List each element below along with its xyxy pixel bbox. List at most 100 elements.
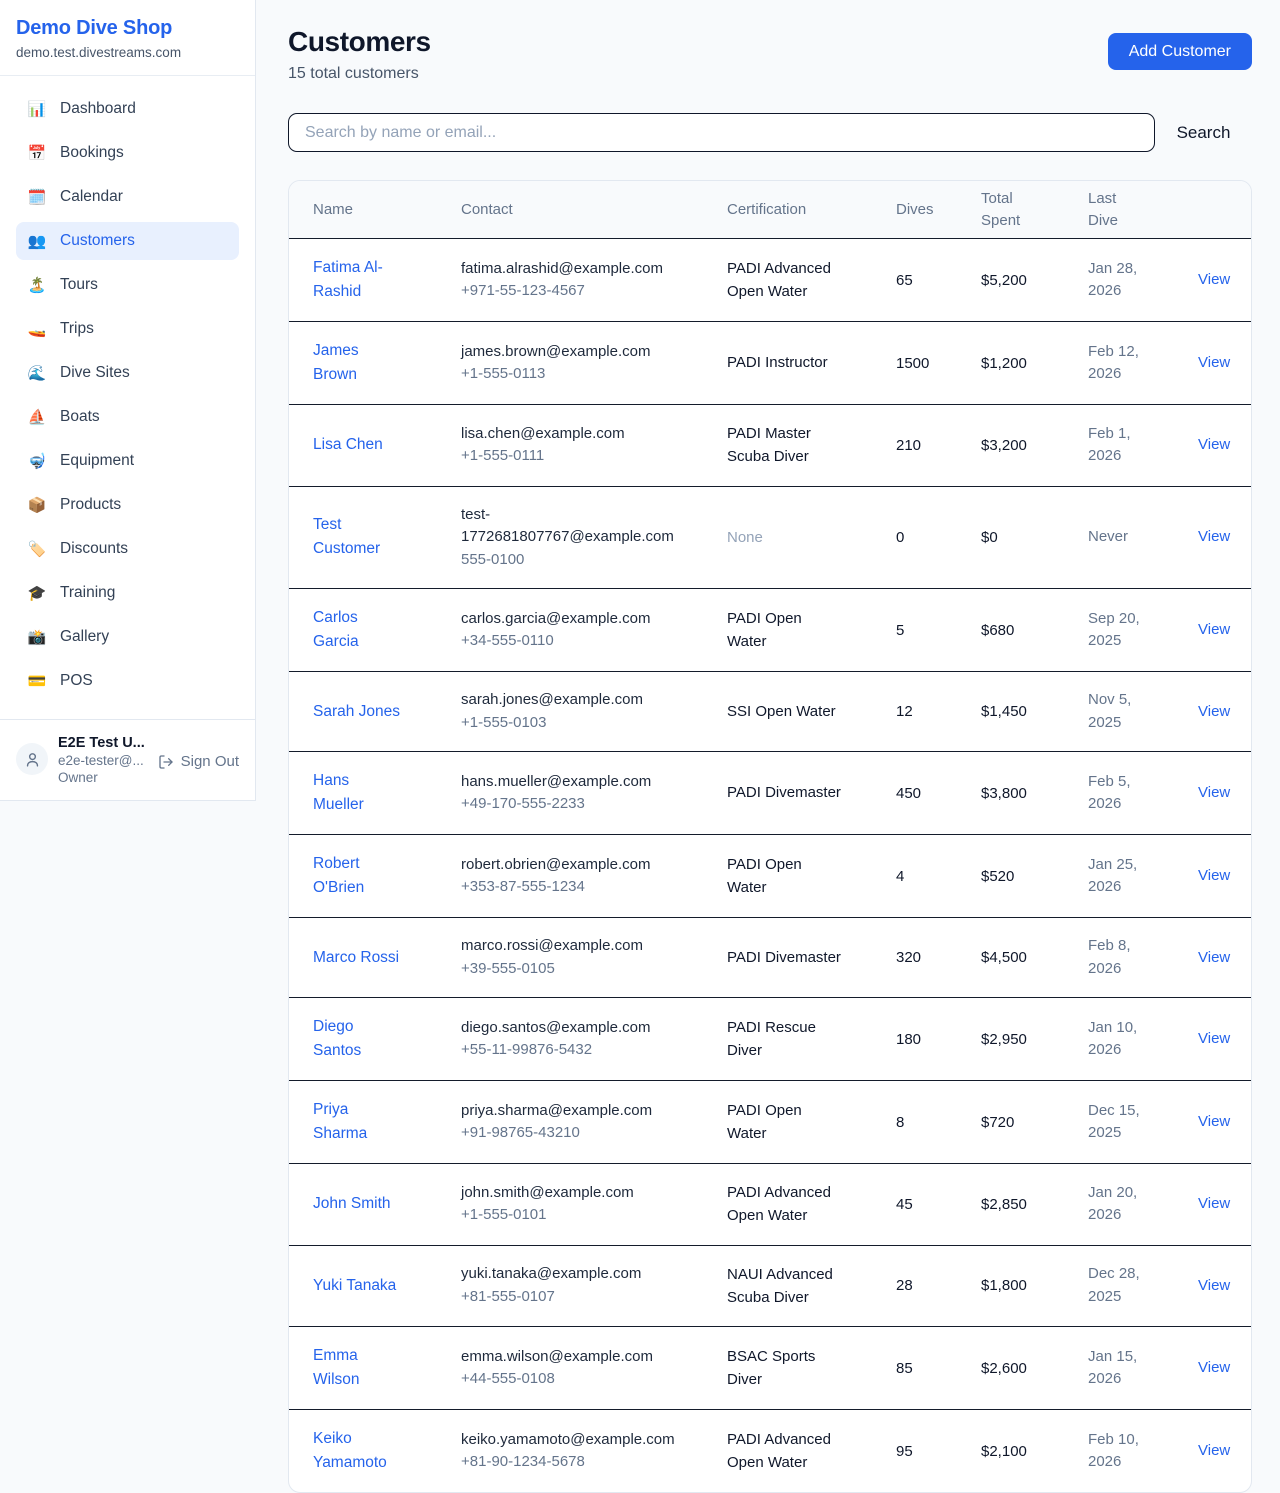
customer-last-dive: Dec 28, 2025	[1088, 1263, 1156, 1308]
customer-certification-cell: SSI Open Water	[727, 700, 896, 723]
view-customer-link[interactable]: View	[1198, 703, 1230, 720]
customer-last-dive-cell: Feb 10, 2026	[1088, 1429, 1198, 1474]
search-input[interactable]	[288, 113, 1155, 152]
sidebar-nav-item[interactable]: 🏷️ Discounts	[16, 530, 239, 568]
customer-certification: NAUI Advanced Scuba Diver	[727, 1263, 845, 1310]
search-button[interactable]: Search	[1155, 123, 1252, 143]
customer-certification-cell: None	[727, 526, 896, 549]
main-content: Customers 15 total customers Add Custome…	[256, 0, 1280, 1493]
user-email: e2e-tester@...	[58, 753, 145, 768]
table-row: Sarah Jones sarah.jones@example.com +1-5…	[289, 671, 1251, 751]
sidebar-nav-item[interactable]: 🚤 Trips	[16, 310, 239, 348]
camera-flash-icon: 📸	[27, 630, 47, 645]
sidebar-nav-item[interactable]: 📅 Bookings	[16, 134, 239, 172]
customer-certification-cell: PADI Open Water	[727, 1099, 896, 1146]
customer-name-link[interactable]: Diego Santos	[313, 1015, 401, 1063]
sidebar-nav-item[interactable]: 💳 POS	[16, 662, 239, 700]
customer-name-link[interactable]: Yuki Tanaka	[313, 1274, 396, 1298]
customer-email: emma.wilson@example.com	[461, 1346, 676, 1369]
customer-last-dive: Feb 12, 2026	[1088, 341, 1156, 386]
customer-name-cell: Priya Sharma	[313, 1098, 461, 1146]
customer-phone: +81-555-0107	[461, 1286, 727, 1309]
package-icon: 📦	[27, 498, 47, 513]
customer-last-dive: Feb 10, 2026	[1088, 1429, 1156, 1474]
customer-contact-cell: keiko.yamamoto@example.com +81-90-1234-5…	[461, 1429, 727, 1474]
customer-dives: 95	[896, 1443, 981, 1460]
customer-email: yuki.tanaka@example.com	[461, 1263, 676, 1286]
customer-total-spent: $1,450	[981, 703, 1088, 720]
sidebar-nav-item[interactable]: 📸 Gallery	[16, 618, 239, 656]
customer-email: hans.mueller@example.com	[461, 771, 676, 794]
customer-name-link[interactable]: Sarah Jones	[313, 700, 400, 724]
sidebar-nav-item[interactable]: 📊 Dashboard	[16, 90, 239, 128]
page-title: Customers	[288, 26, 431, 58]
view-customer-link[interactable]: View	[1198, 436, 1230, 453]
sign-out-icon	[158, 754, 174, 770]
customer-last-dive-cell: Dec 28, 2025	[1088, 1263, 1198, 1308]
table-row: Priya Sharma priya.sharma@example.com +9…	[289, 1080, 1251, 1163]
customer-phone: +34-555-0110	[461, 630, 727, 653]
customer-name-link[interactable]: Hans Mueller	[313, 769, 401, 817]
view-customer-link[interactable]: View	[1198, 949, 1230, 966]
customer-name-link[interactable]: Priya Sharma	[313, 1098, 401, 1146]
sidebar-nav-item[interactable]: 🎓 Training	[16, 574, 239, 612]
customer-name-link[interactable]: Keiko Yamamoto	[313, 1427, 401, 1475]
customer-last-dive: Never	[1088, 526, 1128, 549]
customer-name-link[interactable]: Fatima Al-Rashid	[313, 256, 401, 304]
nav-item-label: Training	[60, 584, 115, 602]
customer-dives: 12	[896, 703, 981, 720]
view-customer-link[interactable]: View	[1198, 1195, 1230, 1212]
view-customer-link[interactable]: View	[1198, 1359, 1230, 1376]
customer-certification-cell: PADI Rescue Diver	[727, 1016, 896, 1063]
customer-name-link[interactable]: Robert O'Brien	[313, 852, 401, 900]
view-customer-link[interactable]: View	[1198, 1442, 1230, 1459]
view-customer-link[interactable]: View	[1198, 271, 1230, 288]
customer-email: fatima.alrashid@example.com	[461, 258, 676, 281]
table-row: Hans Mueller hans.mueller@example.com +4…	[289, 751, 1251, 834]
view-customer-link[interactable]: View	[1198, 784, 1230, 801]
diving-mask-icon: 🤿	[27, 454, 47, 469]
sign-out-button[interactable]: Sign Out	[158, 753, 239, 770]
sidebar-nav-item[interactable]: 🤿 Equipment	[16, 442, 239, 480]
customer-last-dive-cell: Jan 20, 2026	[1088, 1182, 1198, 1227]
customer-name-link[interactable]: Carlos Garcia	[313, 606, 401, 654]
customer-contact-cell: diego.santos@example.com +55-11-99876-54…	[461, 1017, 727, 1062]
sidebar-nav-item[interactable]: 📦 Products	[16, 486, 239, 524]
customer-last-dive-cell: Jan 15, 2026	[1088, 1346, 1198, 1391]
sidebar-nav-item[interactable]: ⛵ Boats	[16, 398, 239, 436]
view-customer-link[interactable]: View	[1198, 621, 1230, 638]
view-customer-link[interactable]: View	[1198, 1030, 1230, 1047]
view-customer-link[interactable]: View	[1198, 354, 1230, 371]
customer-actions-cell: View	[1198, 784, 1230, 802]
view-customer-link[interactable]: View	[1198, 1277, 1230, 1294]
add-customer-button[interactable]: Add Customer	[1108, 33, 1252, 70]
sidebar-nav-item[interactable]: 🗓️ Calendar	[16, 178, 239, 216]
view-customer-link[interactable]: View	[1198, 528, 1230, 545]
customer-phone: +81-90-1234-5678	[461, 1451, 727, 1474]
customer-name-link[interactable]: John Smith	[313, 1192, 391, 1216]
customer-actions-cell: View	[1198, 354, 1230, 372]
customer-total-spent: $1,200	[981, 355, 1088, 372]
user-role: Owner	[58, 770, 145, 785]
customer-name-link[interactable]: Test Customer	[313, 513, 401, 561]
sidebar-nav-item[interactable]: 🏝️ Tours	[16, 266, 239, 304]
sidebar-nav-item[interactable]: 🌊 Dive Sites	[16, 354, 239, 392]
customer-name-link[interactable]: Lisa Chen	[313, 433, 383, 457]
customer-contact-cell: james.brown@example.com +1-555-0113	[461, 341, 727, 386]
island-icon: 🏝️	[27, 278, 47, 293]
table-row: Marco Rossi marco.rossi@example.com +39-…	[289, 917, 1251, 997]
calendar-date-icon: 📅	[27, 146, 47, 161]
view-customer-link[interactable]: View	[1198, 867, 1230, 884]
column-header-name: Name	[313, 199, 461, 221]
customer-name-link[interactable]: Marco Rossi	[313, 946, 399, 970]
view-customer-link[interactable]: View	[1198, 1113, 1230, 1130]
customer-last-dive: Jan 15, 2026	[1088, 1346, 1156, 1391]
brand-block: Demo Dive Shop demo.test.divestreams.com	[0, 0, 255, 76]
customer-last-dive-cell: Nov 5, 2025	[1088, 689, 1198, 734]
table-row: Test Customer test-1772681807767@example…	[289, 486, 1251, 589]
sidebar-nav-item[interactable]: 👥 Customers	[16, 222, 239, 260]
customer-name-link[interactable]: James Brown	[313, 339, 401, 387]
customer-actions-cell: View	[1198, 1113, 1230, 1131]
customer-name-link[interactable]: Emma Wilson	[313, 1344, 401, 1392]
customer-email: diego.santos@example.com	[461, 1017, 676, 1040]
